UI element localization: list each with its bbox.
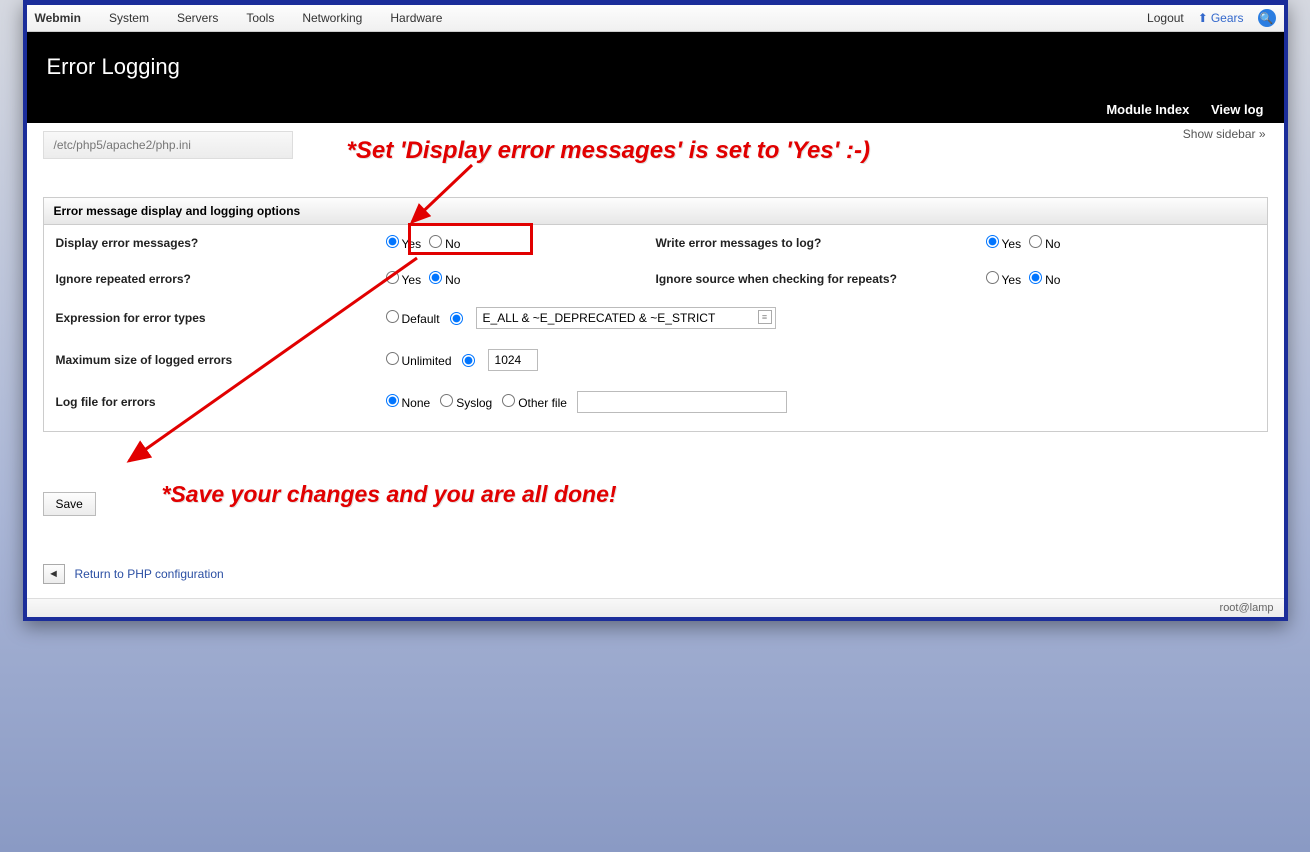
write-log-no[interactable]: No [1029,235,1060,251]
show-sidebar-link[interactable]: Show sidebar » [1183,127,1266,141]
ignore-repeated-yes[interactable]: Yes [386,271,422,287]
gears-label: Gears [1211,11,1244,25]
up-arrow-icon: ⬆ [1198,11,1208,25]
page-header: Error Logging Module Index View log [27,32,1284,123]
view-log-link[interactable]: View log [1211,102,1264,117]
display-errors-no[interactable]: No [429,235,460,251]
logfile-syslog[interactable]: Syslog [440,394,492,410]
gears-link[interactable]: ⬆ Gears [1198,11,1244,25]
menu-webmin[interactable]: Webmin [35,11,81,25]
label-write-log: Write error messages to log? [656,236,986,250]
label-max-size: Maximum size of logged errors [56,353,386,367]
maxsize-input[interactable] [488,349,538,371]
ignore-source-no[interactable]: No [1029,271,1060,287]
ignore-source-yes[interactable]: Yes [986,271,1022,287]
label-log-file: Log file for errors [56,395,386,409]
logout-link[interactable]: Logout [1147,11,1184,25]
expr-picker-icon[interactable]: ≡ [758,310,772,324]
return-link[interactable]: Return to PHP configuration [75,567,224,581]
footer-user: root@lamp [1220,602,1274,614]
logfile-other-input[interactable] [577,391,787,413]
breadcrumb: /etc/php5/apache2/php.ini [43,131,293,159]
search-icon[interactable]: 🔍 [1258,9,1276,27]
menu-servers[interactable]: Servers [177,11,218,25]
maxsize-unlimited[interactable]: Unlimited [386,352,452,368]
back-icon[interactable]: ◄ [43,564,65,584]
ignore-repeated-no[interactable]: No [429,271,460,287]
display-errors-yes[interactable]: Yes [386,235,422,251]
maxsize-custom-radio[interactable] [462,354,475,367]
label-ignore-repeated: Ignore repeated errors? [56,272,386,286]
menu-networking[interactable]: Networking [302,11,362,25]
write-log-yes[interactable]: Yes [986,235,1022,251]
expr-input[interactable] [476,307,776,329]
menu-hardware[interactable]: Hardware [390,11,442,25]
expr-custom-radio[interactable] [450,312,463,325]
label-display-errors: Display error messages? [56,236,386,250]
menu-system[interactable]: System [109,11,149,25]
options-panel: Error message display and logging option… [43,197,1268,432]
footer: root@lamp [27,598,1284,617]
panel-title: Error message display and logging option… [44,198,1267,225]
logfile-other[interactable]: Other file [502,394,567,410]
top-menu-bar: Webmin System Servers Tools Networking H… [27,5,1284,32]
save-button[interactable]: Save [43,492,96,516]
menu-tools[interactable]: Tools [246,11,274,25]
label-ignore-source: Ignore source when checking for repeats? [656,272,986,286]
module-index-link[interactable]: Module Index [1106,102,1189,117]
annotation-text-1: *Set 'Display error messages' is set to … [347,137,871,165]
page-title: Error Logging [47,54,1264,80]
expr-default[interactable]: Default [386,310,440,326]
logfile-none[interactable]: None [386,394,431,410]
label-expression: Expression for error types [56,311,386,325]
